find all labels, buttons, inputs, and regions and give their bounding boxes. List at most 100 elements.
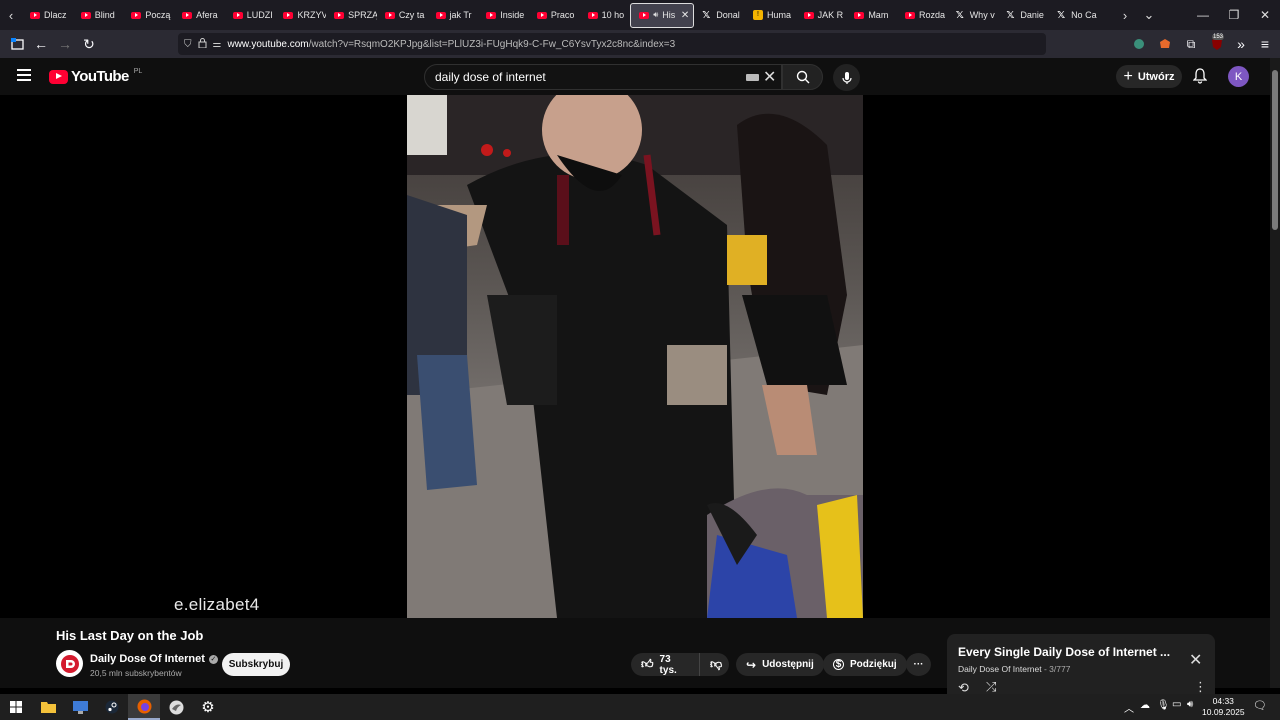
steam-icon[interactable] [96,694,128,720]
extension-vpn-icon[interactable] [1127,32,1151,56]
video-player[interactable]: e.elizabet4 [0,95,1270,618]
like-count: 73 tys. [659,653,677,676]
guide-menu-icon[interactable] [17,69,31,81]
tab-scroll-left-icon[interactable]: ‹ [0,0,22,30]
youtube-icon [587,11,598,19]
subscribe-button[interactable]: Subskrybuj [222,653,290,676]
browser-tab[interactable]: Praco [529,3,580,27]
browser-tab[interactable]: Inside [478,3,529,27]
tray-microphone-icon[interactable]: 🎙︎ [1157,700,1170,711]
keyboard-icon[interactable] [746,74,759,81]
browser-tab[interactable]: JAK R [796,3,847,27]
browser-tab[interactable]: jak Tr [428,3,479,27]
onedrive-icon[interactable]: ☁ [1140,700,1150,711]
permissions-icon[interactable]: ⚌ [213,39,222,50]
url-text[interactable]: www.youtube.com/watch?v=RsqmO2KPJpg&list… [227,39,675,50]
back-icon[interactable]: ← [29,32,53,56]
tab-audio-icon[interactable]: 🔊︎ [653,10,658,20]
dislike-button[interactable]: 👎︎ [699,653,729,676]
close-tab-icon[interactable]: ✕ [681,10,689,21]
browser-tab[interactable]: Czy ta [377,3,428,27]
thanks-label: Podziękuj [850,659,897,670]
reload-icon[interactable]: ↻ [77,32,101,56]
file-explorer-icon[interactable] [32,694,64,720]
close-window-icon[interactable]: ✕ [1250,0,1280,30]
browser-tab[interactable]: Afera [174,3,225,27]
overflow-menu-icon[interactable]: » [1229,32,1253,56]
network-icon[interactable]: ▭ [1172,699,1181,710]
sidebar-toggle-icon[interactable] [5,32,29,56]
settings-gear-icon[interactable]: ⚙ [192,694,224,720]
ublock-icon[interactable]: 153 [1205,32,1229,56]
like-button[interactable]: 👍︎ 73 tys. [631,653,699,676]
tab-title: His [662,10,676,20]
browser-tab[interactable]: 𝕏 No Ca [1049,3,1100,27]
restore-icon[interactable]: ❐ [1219,0,1249,30]
browser-tab[interactable]: Dlacz [22,3,73,27]
firefox-icon[interactable] [128,694,160,720]
share-button[interactable]: ↪ Udostępnij [736,653,824,676]
channel-name[interactable]: Daily Dose Of Internet ✓ [90,653,218,665]
tab-title: Począ [145,10,171,20]
remote-desktop-icon[interactable] [64,694,96,720]
browser-tab[interactable]: 🔊︎ His ✕ [630,2,695,28]
create-button[interactable]: + Utwórz [1116,65,1182,88]
playlist-title[interactable]: Every Single Daily Dose of Internet ... [958,645,1170,659]
playlist-channel[interactable]: Daily Dose Of Internet [958,664,1042,674]
tray-expand-icon[interactable]: ︿ [1124,700,1134,715]
browser-tab[interactable]: Blind [73,3,124,27]
thumbs-up-icon: 👍︎ [641,657,654,671]
windows-start-icon[interactable] [0,694,32,720]
app-menu-icon[interactable]: ≡ [1253,32,1277,56]
notification-center-icon[interactable]: 🗨︎ [1253,699,1267,712]
thanks-button[interactable]: $ Podziękuj [823,653,907,676]
tab-title: Blind [94,10,115,20]
browser-tab[interactable]: Mam [846,3,897,27]
volume-icon[interactable]: 🔊︎ [1187,699,1193,710]
browser-tab[interactable]: 𝕏 Donal [694,3,745,27]
video-still-image [407,95,863,618]
browser-tab[interactable]: 𝕏 Why v [948,3,999,27]
account-avatar[interactable]: K [1228,66,1249,87]
shuffle-icon[interactable]: ⤮ [986,679,996,695]
url-bar[interactable]: ⛉ ⚌ www.youtube.com/watch?v=RsqmO2KPJpg&… [178,33,1046,55]
browser-tab[interactable]: KRZYV [275,3,326,27]
video-frame[interactable] [407,95,863,618]
close-playlist-icon[interactable]: ✕ [1189,650,1202,670]
search-input[interactable] [435,68,735,86]
browser-tab[interactable]: Począ [123,3,174,27]
page-scrollbar[interactable] [1270,58,1280,688]
browser-tab[interactable]: Rozda [897,3,948,27]
youtube-icon [854,11,865,19]
youtube-logo[interactable]: YouTube PL [49,68,142,85]
channel-name-text: Daily Dose Of Internet [90,653,205,665]
extension-fox-icon[interactable] [1153,32,1177,56]
app-bird-icon[interactable] [160,694,192,720]
lock-icon[interactable] [198,37,207,51]
tab-scroll-right-icon[interactable]: › [1114,0,1136,30]
channel-avatar[interactable] [56,650,83,677]
playlist-panel[interactable]: Every Single Daily Dose of Internet ... … [947,634,1215,695]
tab-list-dropdown-icon[interactable]: ⌄ [1138,0,1160,30]
browser-tab[interactable]: ! Huma [745,3,796,27]
minimize-icon[interactable]: — [1188,0,1218,30]
browser-tab[interactable]: 𝕏 Danie [998,3,1049,27]
scrollbar-thumb[interactable] [1272,70,1278,230]
notifications-bell-icon[interactable] [1192,68,1208,89]
youtube-icon [384,11,395,19]
search-button[interactable] [782,64,823,90]
tab-title: Why v [969,10,995,20]
forward-icon[interactable]: → [53,32,77,56]
browser-tab[interactable]: SPRZĄ [326,3,377,27]
plus-icon: + [1123,67,1133,85]
extensions-puzzle-icon[interactable]: ⧉ [1179,32,1203,56]
browser-tab[interactable]: LUDZI [225,3,276,27]
more-actions-button[interactable]: ··· [906,653,931,676]
voice-search-button[interactable] [833,64,860,91]
playlist-menu-icon[interactable]: ⋮ [1194,679,1207,695]
system-clock[interactable]: 04:33 10.09.2025 [1202,696,1245,718]
browser-tab[interactable]: 10 ho [580,3,631,27]
tracking-shield-icon[interactable]: ⛉ [184,39,192,50]
clear-search-icon[interactable]: ✕ [763,67,776,87]
url-path: /watch?v=RsqmO2KPJpg&list=PLlUZ3i-FUgHqk… [308,38,676,50]
